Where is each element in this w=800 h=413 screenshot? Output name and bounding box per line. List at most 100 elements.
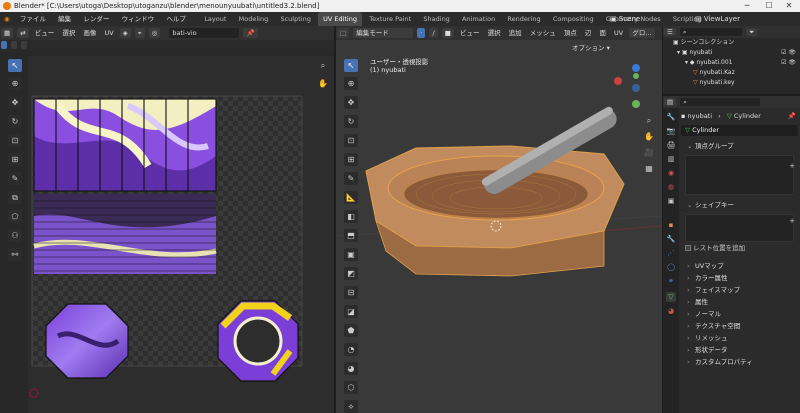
tab-animation[interactable]: Animation [457, 12, 500, 26]
object-tab-icon[interactable]: ▪ [666, 220, 676, 230]
visibility-icon[interactable]: ☑ 👁 [781, 48, 796, 58]
menu-help[interactable]: ヘルプ [161, 12, 191, 26]
cursor-tool-icon[interactable]: ⊕ [344, 77, 358, 90]
panel-normals[interactable]: › ノーマル [681, 308, 798, 320]
panel-uv-maps[interactable]: › UVマップ [681, 260, 798, 272]
tab-compositing[interactable]: Compositing [548, 12, 599, 26]
scene-collection-row[interactable]: ▣ シーンコレクション [663, 38, 800, 48]
uv-menu-view[interactable]: ビュー [35, 26, 55, 40]
mesh-name-field[interactable]: ▽ Cylinder [681, 125, 798, 136]
outliner-item-nyubati-001[interactable]: ▾ ◆ nyubati.001 ☑ 👁 [663, 58, 800, 68]
editor-type-icon[interactable]: ▦ [1, 28, 14, 38]
snap-icon[interactable]: ⌖ [134, 28, 145, 38]
properties-editor-icon[interactable]: ▤ [664, 98, 677, 106]
uv-cursor-tool-icon[interactable]: ⊕ [8, 77, 22, 90]
uv-rotate-tool-icon[interactable]: ↻ [8, 115, 22, 128]
uv-move-tool-icon[interactable]: ✥ [8, 96, 22, 109]
minimize-button[interactable]: ─ [736, 0, 758, 12]
scene-selector[interactable]: ▣ Scene [610, 12, 640, 26]
mesh-data-tab-icon[interactable]: ▽ [666, 292, 676, 302]
pin-icon[interactable]: 📌 [243, 28, 258, 38]
close-button[interactable]: ✕ [778, 0, 800, 12]
blender-menu-icon[interactable]: ◉ [0, 12, 13, 26]
uv-menu-uv[interactable]: UV [105, 26, 114, 40]
menu-edit[interactable]: 編集 [53, 12, 76, 26]
vertex-mode-icon[interactable] [1, 41, 7, 49]
uv-annotate-tool-icon[interactable]: ✎ [8, 172, 22, 185]
poly-build-tool-icon[interactable]: ⬟ [344, 324, 358, 337]
move-tool-icon[interactable]: ✥ [344, 96, 358, 109]
rest-position-row[interactable]: レスト位置を追加 [681, 242, 798, 254]
outliner-item-nyubati[interactable]: ▾ ▣ nyubati ☑ 👁 [663, 48, 800, 58]
vertex-groups-list[interactable]: + [685, 155, 795, 195]
rip-tool-icon[interactable]: ⟡ [344, 400, 358, 413]
output-tab-icon[interactable]: 🖨 [666, 140, 676, 150]
panel-texture-space[interactable]: › テクスチャ空間 [681, 320, 798, 332]
extrude-tool-icon[interactable]: ⬒ [344, 229, 358, 242]
outliner-editor-icon[interactable]: ☰ [664, 28, 676, 36]
panel-attributes[interactable]: › 属性 [681, 296, 798, 308]
menu-render[interactable]: レンダー [78, 12, 114, 26]
rest-position-checkbox[interactable] [685, 245, 691, 251]
tab-modeling[interactable]: Modeling [234, 12, 274, 26]
uv-menu-select[interactable]: 選択 [62, 26, 75, 40]
shrink-tool-icon[interactable]: ⬡ [344, 381, 358, 394]
panel-color-attributes[interactable]: › カラー属性 [681, 272, 798, 284]
filter-icon[interactable]: ⏷ [745, 28, 758, 36]
shape-keys-list[interactable]: + [685, 214, 795, 242]
perspective-toggle-icon[interactable]: ▦ [642, 162, 656, 175]
spin-tool-icon[interactable]: ◔ [344, 343, 358, 356]
properties-search-input[interactable]: ⌕ [680, 98, 761, 106]
panel-geometry-data[interactable]: › 形状データ [681, 344, 798, 356]
vertex-groups-panel[interactable]: ⌄ 頂点グループ [681, 140, 798, 152]
tab-uv-editing[interactable]: UV Editing [318, 12, 362, 26]
uv-pan-icon[interactable]: ✋ [316, 77, 330, 90]
uv-relax-tool-icon[interactable]: ⬠ [8, 210, 22, 223]
menu-file[interactable]: ファイル [15, 12, 51, 26]
view-layer-tab-icon[interactable]: ▥ [666, 154, 676, 164]
panel-face-maps[interactable]: › フェイスマップ [681, 284, 798, 296]
scale-tool-icon[interactable]: ⊡ [344, 134, 358, 147]
uv-sync-toggle[interactable]: ⇄ [17, 28, 29, 38]
panel-remesh[interactable]: › リメッシュ [681, 332, 798, 344]
tab-shading[interactable]: Shading [418, 12, 454, 26]
tool-tab-icon[interactable]: 🔧 [666, 112, 676, 122]
face-mode-icon[interactable] [21, 41, 28, 49]
uv-pinch-tool-icon[interactable]: ⚇ [8, 229, 22, 242]
uv-grab-tool-icon[interactable]: ⧉ [8, 191, 22, 204]
inset-tool-icon[interactable]: ▣ [344, 248, 358, 261]
shape-keys-panel[interactable]: ⌄ シェイプキー [681, 199, 798, 211]
outliner-item-kaz[interactable]: ▽ nyubati.Kaz [663, 68, 800, 78]
annotate-tool-icon[interactable]: ✎ [344, 172, 358, 185]
scene-tab-icon[interactable]: ◉ [666, 168, 676, 178]
add-vertex-group-icon[interactable]: + [789, 162, 795, 170]
view-layer-selector[interactable]: ▤ ViewLayer [695, 12, 740, 26]
zoom-icon[interactable]: ⌕ [642, 114, 656, 127]
maximize-button[interactable]: ☐ [758, 0, 780, 12]
tab-layout[interactable]: Layout [199, 12, 231, 26]
transform-tool-icon[interactable]: ⊞ [344, 153, 358, 166]
uv-rip-tool-icon[interactable]: ⚯ [8, 248, 22, 261]
particles-tab-icon[interactable]: ⋰ [666, 248, 676, 258]
render-tab-icon[interactable]: 📷 [666, 126, 676, 136]
world-tab-icon[interactable]: ◍ [666, 182, 676, 192]
camera-view-icon[interactable]: 🎥 [642, 146, 656, 159]
edge-mode-icon[interactable] [11, 41, 18, 49]
image-selector[interactable]: bati-vio [169, 28, 240, 38]
uv-scale-tool-icon[interactable]: ⊡ [8, 134, 22, 147]
proportional-icon[interactable]: ◎ [148, 28, 161, 38]
loop-cut-tool-icon[interactable]: ⊟ [344, 286, 358, 299]
pan-icon[interactable]: ✋ [642, 130, 656, 143]
knife-tool-icon[interactable]: ◪ [344, 305, 358, 318]
material-tab-icon[interactable]: ◕ [666, 306, 676, 316]
uv-zoom-icon[interactable]: ⌕ [316, 59, 330, 72]
modifier-tab-icon[interactable]: 🔧 [666, 234, 676, 244]
tab-sculpting[interactable]: Sculpting [275, 12, 315, 26]
pivot-icon[interactable]: ◈ [119, 28, 131, 38]
panel-custom-properties[interactable]: › カスタムプロパティ [681, 356, 798, 368]
bevel-tool-icon[interactable]: ◩ [344, 267, 358, 280]
tab-rendering[interactable]: Rendering [502, 12, 545, 26]
tab-texture-paint[interactable]: Texture Paint [364, 12, 416, 26]
collection-tab-icon[interactable]: ▣ [666, 196, 676, 206]
constraints-tab-icon[interactable]: ⚭ [666, 276, 676, 286]
